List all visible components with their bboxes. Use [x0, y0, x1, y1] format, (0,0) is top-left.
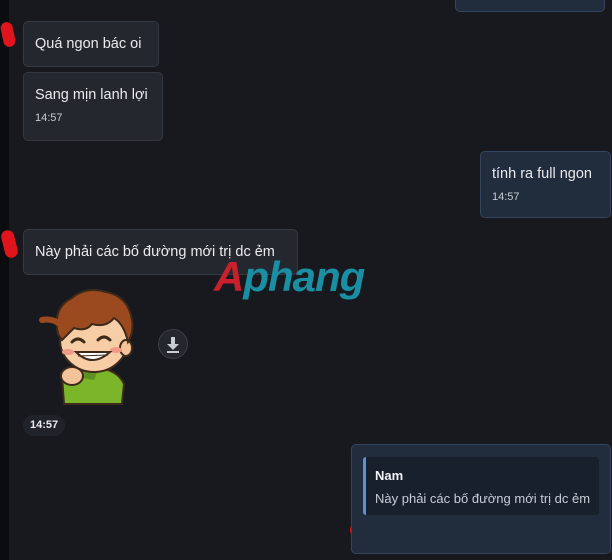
outgoing-message-partial[interactable]	[455, 0, 605, 12]
quote-author: Nam	[375, 468, 404, 483]
laughing-boy-sticker-icon	[39, 289, 134, 405]
outgoing-message[interactable]: tính ra full ngon 14:57	[480, 151, 611, 218]
sticker-image[interactable]	[38, 284, 148, 406]
left-edge-bar	[0, 0, 9, 560]
incoming-message[interactable]: Quá ngon bác oi	[23, 21, 159, 67]
message-text: Sang mịn lanh lợi	[35, 87, 148, 103]
message-time: 14:57	[35, 112, 63, 124]
watermark-logo: Aphang	[214, 253, 365, 300]
message-text: Quá ngon bác oi	[35, 36, 142, 52]
download-icon	[167, 337, 179, 353]
download-button[interactable]	[158, 329, 188, 359]
message-time: 14:57	[492, 191, 520, 203]
reply-quote[interactable]: Nam Này phải các bố đường mới trị dc ẻm	[363, 457, 599, 515]
sticker-time: 14:57	[23, 415, 66, 436]
message-text: tính ra full ngon	[492, 166, 592, 182]
quote-text: Này phải các bố đường mới trị dc ẻm	[375, 491, 591, 506]
incoming-message[interactable]: Sang mịn lanh lợi 14:57	[23, 72, 163, 141]
